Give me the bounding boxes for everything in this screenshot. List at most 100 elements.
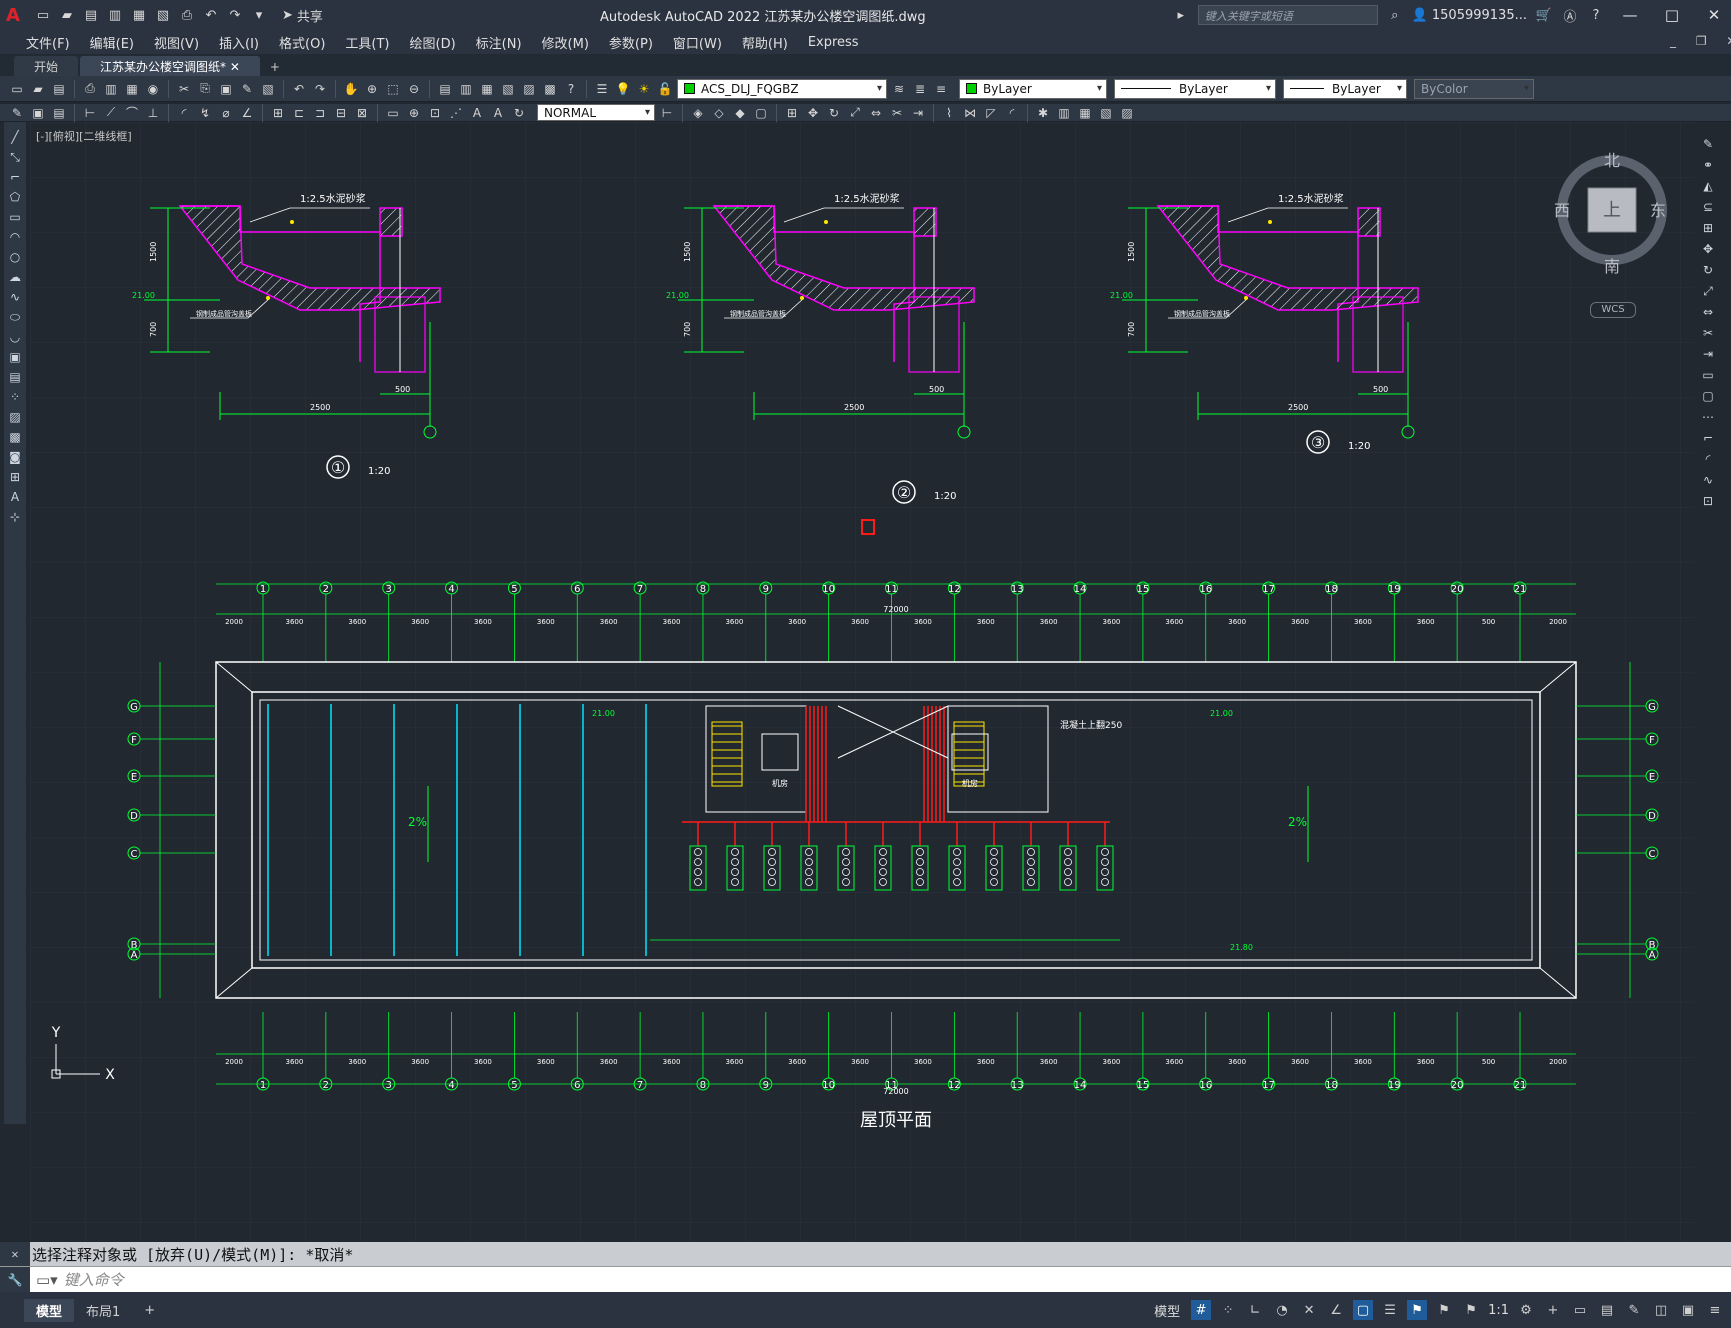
menu-item[interactable]: 插入(I) [209,33,269,52]
dim-edit-icon[interactable]: A [468,104,486,122]
mtext-icon[interactable]: A [6,488,24,506]
dim-diameter-icon[interactable]: ⌀ [217,104,235,122]
menu-item[interactable]: 窗口(W) [663,33,732,52]
help-icon[interactable]: ? [562,80,580,98]
rectangle-icon[interactable]: ▭ [6,208,24,226]
units-icon[interactable]: ▭ [1570,1300,1590,1320]
layer-iso-icon[interactable]: ▤ [50,104,68,122]
hardware-accel-icon[interactable]: ✎ [1624,1300,1644,1320]
dim-space-icon[interactable]: ⊟ [332,104,350,122]
user-account[interactable]: 👤 1505999135... [1412,8,1527,23]
rotate-icon[interactable]: ↻ [825,104,843,122]
cart-icon[interactable]: 🛒 [1535,6,1553,24]
stretch-icon[interactable]: ⇔ [867,104,885,122]
dim-baseline-icon[interactable]: ⊏ [290,104,308,122]
jogged-linear-icon[interactable]: ⋰ [447,104,465,122]
paste-icon[interactable]: ▣ [217,80,235,98]
doc-minimize-icon[interactable]: _ [1670,34,1676,48]
menu-item[interactable]: 格式(O) [269,33,335,52]
offset-icon[interactable]: ⊆ [1699,198,1717,216]
dim-continue-icon[interactable]: ⊐ [311,104,329,122]
doc-close-icon[interactable]: ✕ [1726,34,1731,48]
layer-properties-icon[interactable]: ☰ [593,80,611,98]
make-current-layer-icon[interactable]: ≋ [890,80,908,98]
copy-icon[interactable]: ⚭ [1699,156,1717,174]
inspect-icon[interactable]: ⊡ [426,104,444,122]
measure-icon[interactable]: ▨ [1118,104,1136,122]
dim-jogged-icon[interactable]: ↯ [196,104,214,122]
add-selected-icon[interactable]: ⊹ [6,508,24,526]
block-editor-icon[interactable]: ▧ [259,80,277,98]
menu-item[interactable]: 文件(F) [16,33,80,52]
dim-linear-icon[interactable]: ⊢ [81,104,99,122]
explode-icon[interactable]: ⊡ [1699,492,1717,510]
maximize-button[interactable]: □ [1655,0,1689,30]
sheet-set-icon[interactable]: ▧ [499,80,517,98]
polyline-icon[interactable]: ⌐ [6,168,24,186]
command-close-icon[interactable]: ✕ [0,1242,30,1266]
plotstyle-dropdown[interactable]: ByColor [1414,78,1534,99]
command-input[interactable]: 键入命令 [64,1269,124,1290]
fillet-icon[interactable]: ◜ [1003,104,1021,122]
save-icon[interactable]: ▤ [82,6,100,24]
object-snap-icon[interactable]: ▢ [1353,1300,1374,1320]
break-icon[interactable]: ⌇ [940,104,958,122]
quick-dim-icon[interactable]: ⊞ [269,104,287,122]
save-icon[interactable]: ▤ [50,80,68,98]
model-space-toggle[interactable]: 模型 [1154,1301,1184,1320]
command-customize-icon[interactable]: 🔧 [0,1267,30,1292]
center-mark-icon[interactable]: ⊕ [405,104,423,122]
quick-properties-icon[interactable]: ▤ [1597,1300,1617,1320]
trim-icon[interactable]: ✂ [888,104,906,122]
new-tab-button[interactable]: + [262,58,288,76]
offset-icon[interactable]: ▢ [752,104,770,122]
markup-icon[interactable]: ▨ [520,80,538,98]
zoom-previous-icon[interactable]: ⊖ [405,80,423,98]
dimstyle-dropdown[interactable]: NORMAL [537,104,655,121]
ortho-icon[interactable]: ∟ [1245,1300,1265,1320]
join-icon[interactable]: ⋯ [1699,408,1717,426]
layer-dropdown[interactable]: ACS_DLJ_FQGBZ [677,78,887,99]
workspace-gear-icon[interactable]: ⚙ [1516,1300,1536,1320]
ellipse-arc-icon[interactable]: ◡ [6,328,24,346]
plot-icon[interactable]: ⎙ [178,6,196,24]
lineweight-dropdown[interactable]: ByLayer [1283,78,1407,99]
recent-commands-icon[interactable]: ▭▾ [30,1271,64,1289]
autodesk-app-icon[interactable]: Ⓐ [1561,6,1579,25]
save-as-icon[interactable]: ▥ [106,6,124,24]
table-icon[interactable]: ⊞ [6,468,24,486]
scale-icon[interactable]: ⤢ [846,104,864,122]
redo-icon[interactable]: ↷ [311,80,329,98]
arc-icon[interactable]: ◠ [6,228,24,246]
minimize-button[interactable]: — [1613,0,1647,30]
circle-icon[interactable]: ○ [6,248,24,266]
autocad-logo-icon[interactable]: A [6,5,28,26]
linetype-dropdown[interactable]: ByLayer [1114,78,1276,99]
grid-icon[interactable]: # [1191,1300,1212,1320]
tab-model[interactable]: 模型 [24,1298,75,1322]
menu-item[interactable]: 绘图(D) [400,33,466,52]
layer-on-icon[interactable]: 💡 [614,80,632,98]
zoom-window-icon[interactable]: ⬚ [384,80,402,98]
annotation-scale-value[interactable]: 1:1 [1488,1303,1509,1318]
open-icon[interactable]: ▰ [29,80,47,98]
insert-block-icon[interactable]: ▣ [29,104,47,122]
new-icon[interactable]: ▭ [8,80,26,98]
group-icon[interactable]: ▦ [1076,104,1094,122]
dim-ordinate-icon[interactable]: ⊥ [144,104,162,122]
layer-previous-icon[interactable]: ≣ [911,80,929,98]
dim-update-icon[interactable]: ↻ [510,104,528,122]
construction-line-icon[interactable]: ⤡ [6,148,24,166]
menu-item[interactable]: 参数(P) [599,33,663,52]
tab-close-icon[interactable]: ✕ [230,60,240,74]
plot-preview-icon[interactable]: ▥ [102,80,120,98]
insert-block-icon[interactable]: ▣ [6,348,24,366]
search-icon[interactable]: ⌕ [1386,6,1404,24]
3d-print-icon[interactable]: ◉ [144,80,162,98]
tolerance-icon[interactable]: ▭ [384,104,402,122]
snap-icon[interactable]: ⁘ [1218,1300,1238,1320]
object-snap-tracking-icon[interactable]: ∠ [1326,1300,1346,1320]
menu-item[interactable]: Express [798,35,869,50]
menu-item[interactable]: 标注(N) [466,33,532,52]
paste-block-icon[interactable]: ✎ [8,104,26,122]
